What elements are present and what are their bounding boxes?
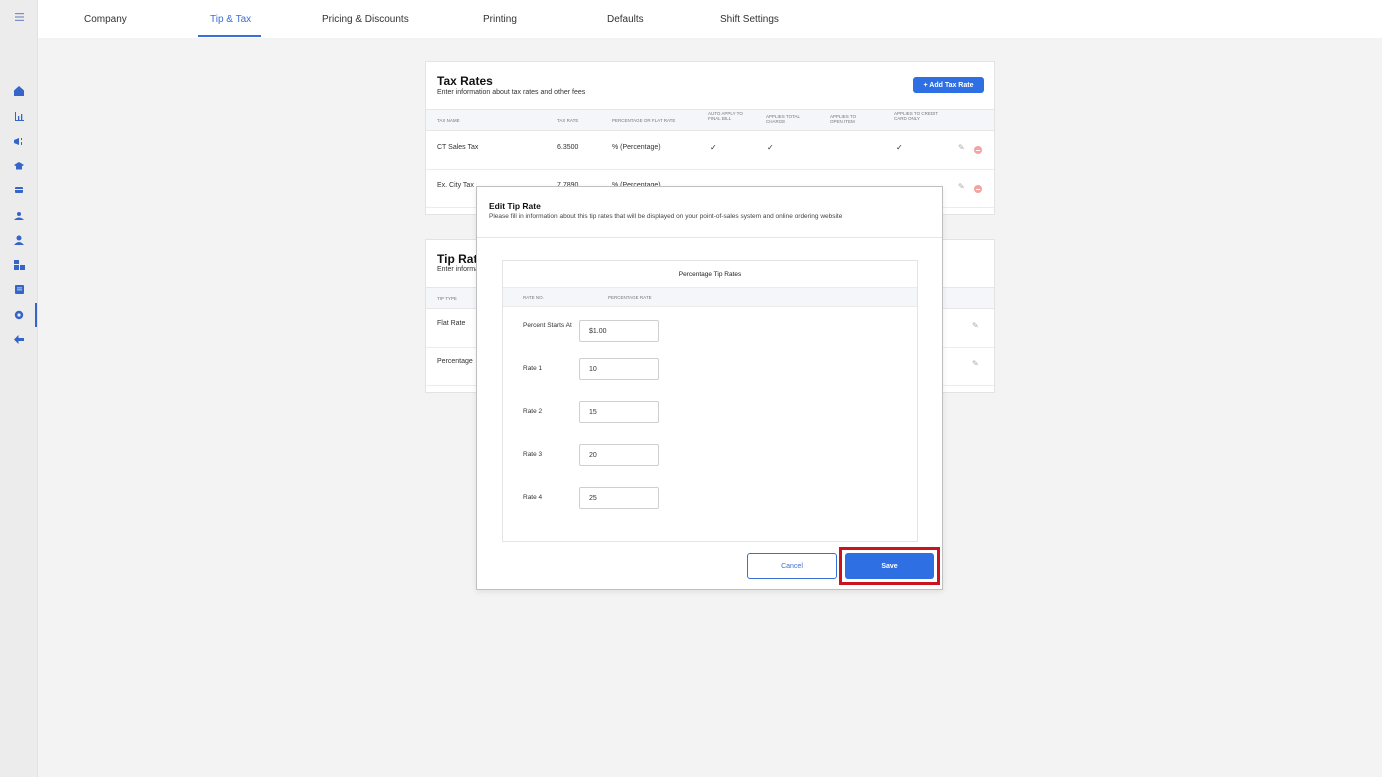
modal-subtitle: Please fill in information about this ti… [489, 213, 843, 220]
tab-defaults[interactable]: Defaults [607, 14, 644, 25]
inventory-icon[interactable] [9, 256, 29, 274]
tab-printing[interactable]: Printing [483, 14, 517, 25]
tax-row-1-name: CT Sales Tax [437, 144, 479, 151]
tab-shift-settings[interactable]: Shift Settings [720, 14, 779, 25]
gear-icon[interactable] [9, 306, 29, 324]
check-icon: ✓ [896, 143, 903, 152]
top-navigation: Company Tip & Tax Pricing & Discounts Pr… [38, 0, 1382, 38]
sidebar-active-indicator [35, 303, 37, 327]
cancel-button[interactable]: Cancel [747, 553, 837, 579]
column-header-tax-rate: TAX RATE [557, 118, 579, 123]
rate-2-input[interactable]: 15 [579, 401, 659, 423]
column-header-applies-open: APPLIES TO OPEN ITEM [830, 114, 857, 124]
column-header-tip-type: TIP TYPE [437, 296, 457, 301]
edit-pencil-icon[interactable]: ✎ [972, 359, 979, 368]
row-divider [426, 169, 994, 170]
save-button[interactable]: Save [845, 553, 934, 579]
percent-starts-at-input[interactable]: $1.00 [579, 320, 659, 342]
tax-rates-subtitle: Enter information about tax rates and ot… [437, 89, 586, 96]
edit-pencil-icon[interactable]: ✎ [958, 143, 965, 152]
tax-rates-table-header: TAX NAME TAX RATE PERCENTAGE OR FLAT RAT… [426, 109, 994, 131]
rate-4-input[interactable]: 25 [579, 487, 659, 509]
delete-icon[interactable] [974, 146, 982, 154]
graduation-cap-icon[interactable] [9, 157, 29, 175]
back-arrow-icon[interactable] [9, 330, 29, 348]
rate-3-input[interactable]: 20 [579, 444, 659, 466]
column-header-tax-name: TAX NAME [437, 118, 460, 123]
modal-title: Edit Tip Rate [489, 201, 541, 211]
edit-pencil-icon[interactable]: ✎ [972, 321, 979, 330]
rate-1-label: Rate 1 [523, 365, 543, 372]
tip-row-1-type: Flat Rate [437, 320, 466, 327]
check-icon: ✓ [767, 143, 774, 152]
document-icon[interactable] [9, 280, 29, 298]
home-icon[interactable] [9, 82, 29, 100]
check-icon: ✓ [710, 143, 717, 152]
percent-starts-at-label: Percent Starts At [523, 322, 572, 329]
tax-row-1-rate: 6.3500 [557, 144, 579, 151]
sidebar [0, 0, 38, 777]
column-header-percentage-or-flat: PERCENTAGE OR FLAT RATE [612, 118, 676, 123]
chart-icon[interactable] [9, 107, 29, 125]
add-tax-rate-button[interactable]: + Add Tax Rate [913, 77, 984, 93]
card-icon[interactable] [9, 181, 29, 199]
tax-row-2-name: Ex. City Tax [437, 182, 474, 189]
menu-icon[interactable] [9, 8, 29, 26]
rate-1-input[interactable]: 10 [579, 358, 659, 380]
user-icon[interactable] [9, 231, 29, 249]
tip-row-2-type: Percentage [437, 358, 473, 365]
column-header-auto-apply: AUTO APPLY TO FINAL BILL [708, 111, 743, 121]
tab-company[interactable]: Company [84, 14, 127, 25]
tip-rates-panel-header: RATE NO. PERCENTAGE RATE [503, 287, 917, 307]
tab-pricing-discounts[interactable]: Pricing & Discounts [322, 14, 409, 25]
edit-pencil-icon[interactable]: ✎ [958, 182, 965, 191]
column-header-applies-total: APPLIES TOTAL CHARGE [766, 114, 800, 124]
column-header-rate-no: RATE NO. [523, 295, 544, 300]
rate-4-label: Rate 4 [523, 494, 543, 501]
tax-rates-title: Tax Rates [437, 74, 493, 88]
percentage-tip-rates-panel: Percentage Tip Rates RATE NO. PERCENTAGE… [502, 260, 918, 542]
column-header-percentage-rate: PERCENTAGE RATE [608, 295, 652, 300]
column-header-applies-credit: APPLIES TO CREDIT CARD ONLY [894, 111, 939, 121]
tab-tip-and-tax[interactable]: Tip & Tax [210, 14, 251, 25]
edit-tip-rate-modal: Edit Tip Rate Please fill in information… [476, 186, 943, 590]
delete-icon[interactable] [974, 185, 982, 193]
percentage-tip-rates-title: Percentage Tip Rates [678, 271, 742, 278]
tax-row-1-type: % (Percentage) [612, 144, 661, 151]
rate-3-label: Rate 3 [523, 451, 543, 458]
rate-2-label: Rate 2 [523, 408, 543, 415]
megaphone-icon[interactable] [9, 132, 29, 150]
user-group-icon[interactable] [9, 206, 29, 224]
modal-divider [477, 237, 942, 238]
active-tab-underline [198, 35, 261, 37]
